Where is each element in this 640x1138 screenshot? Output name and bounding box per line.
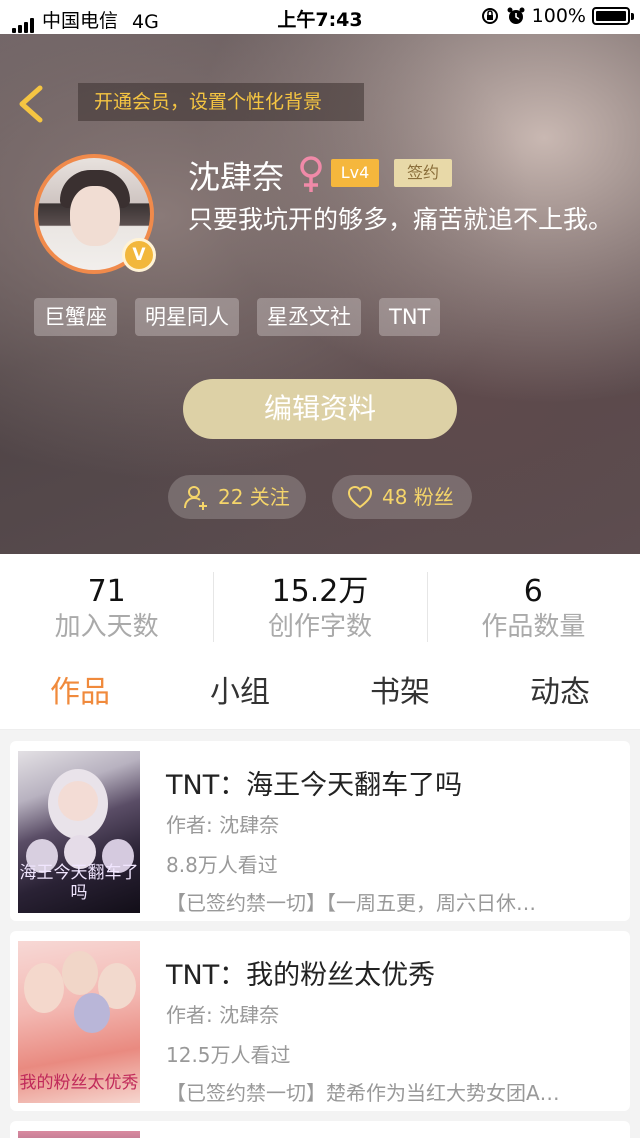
fans-label: 48 粉丝 — [382, 485, 454, 509]
alarm-icon — [507, 7, 525, 24]
user-bio: 只要我坑开的够多，痛苦就追不上我。 — [188, 205, 614, 234]
status-right: 100% — [480, 5, 634, 27]
stat-label: 加入天数 — [54, 612, 159, 642]
add-user-icon — [184, 486, 207, 510]
edit-profile-button[interactable]: 编辑资料 — [183, 379, 457, 439]
stat-word-count: 15.2万 创作字数 — [213, 554, 426, 660]
book-card[interactable]: 我的粉丝太优秀 TNT：我的粉丝太优秀 作者: 沈肆奈 12.5万人看过 【已签… — [10, 931, 630, 1111]
tag-list: 巨蟹座 明星同人 星丞文社 TNT — [34, 298, 441, 336]
stat-label: 作品数量 — [481, 612, 586, 642]
stat-value: 71 — [87, 574, 126, 609]
book-cover: 我的粉丝太优秀 — [18, 941, 140, 1103]
book-description: 【已签约禁一切】楚希作为当红大势女团A… — [166, 1081, 560, 1105]
profile-tabs: 作品 小组 书架 动态 — [0, 660, 640, 730]
username: 沈肆奈 — [188, 158, 285, 196]
stat-value: 6 — [523, 574, 543, 609]
vip-banner[interactable]: 开通会员，设置个性化背景 — [78, 83, 364, 121]
level-badge: Lv4 — [331, 159, 379, 187]
profile-header: 开通会员，设置个性化背景 V 沈肆奈 Lv4 签约 只要我坑开的够多，痛苦就追不… — [0, 34, 640, 554]
cover-title: 海王今天翻车了吗 — [19, 863, 139, 903]
cover-title: 我的粉丝太优秀 — [19, 1073, 139, 1093]
book-card[interactable]: 海王今天翻车了吗 TNT：海王今天翻车了吗 作者: 沈肆奈 8.8万人看过 【已… — [10, 741, 630, 921]
chevron-left-icon[interactable] — [14, 84, 50, 124]
tab-groups[interactable]: 小组 — [160, 660, 320, 729]
tab-bookshelf[interactable]: 书架 — [320, 660, 480, 729]
book-card[interactable] — [10, 1121, 630, 1138]
verified-badge: V — [122, 238, 156, 272]
stats-bar: 71 加入天数 15.2万 创作字数 6 作品数量 — [0, 554, 640, 660]
book-title: TNT：海王今天翻车了吗 — [166, 770, 463, 801]
stat-join-days: 71 加入天数 — [0, 554, 213, 660]
book-cover: 海王今天翻车了吗 — [18, 751, 140, 913]
book-title: TNT：我的粉丝太优秀 — [166, 960, 436, 991]
heart-icon — [347, 485, 373, 509]
following-label: 22 关注 — [218, 485, 290, 509]
rotation-lock-icon — [481, 8, 498, 24]
book-description: 【已签约禁一切】【一周五更，周六日休… — [166, 891, 536, 915]
following-button[interactable]: 22 关注 — [168, 475, 306, 519]
tab-activity[interactable]: 动态 — [480, 660, 640, 729]
signed-badge: 签约 — [394, 159, 452, 187]
status-bar: 中国电信 4G 上午7:43 100% — [0, 0, 640, 34]
book-views: 8.8万人看过 — [166, 853, 278, 877]
tab-works[interactable]: 作品 — [0, 660, 160, 729]
stat-label: 创作字数 — [267, 612, 372, 642]
book-views: 12.5万人看过 — [166, 1043, 291, 1067]
tag-item[interactable]: TNT — [379, 298, 441, 336]
female-icon — [300, 156, 322, 192]
book-author: 作者: 沈肆奈 — [166, 1003, 280, 1027]
book-cover — [18, 1131, 140, 1138]
battery-icon — [592, 7, 634, 25]
tag-item[interactable]: 星丞文社 — [257, 298, 361, 336]
stat-works-count: 6 作品数量 — [426, 554, 640, 660]
battery-percent: 100% — [531, 5, 586, 27]
stat-value: 15.2万 — [271, 574, 369, 609]
tag-item[interactable]: 明星同人 — [135, 298, 239, 336]
book-author: 作者: 沈肆奈 — [166, 813, 280, 837]
tag-item[interactable]: 巨蟹座 — [34, 298, 117, 336]
fans-button[interactable]: 48 粉丝 — [332, 475, 472, 519]
